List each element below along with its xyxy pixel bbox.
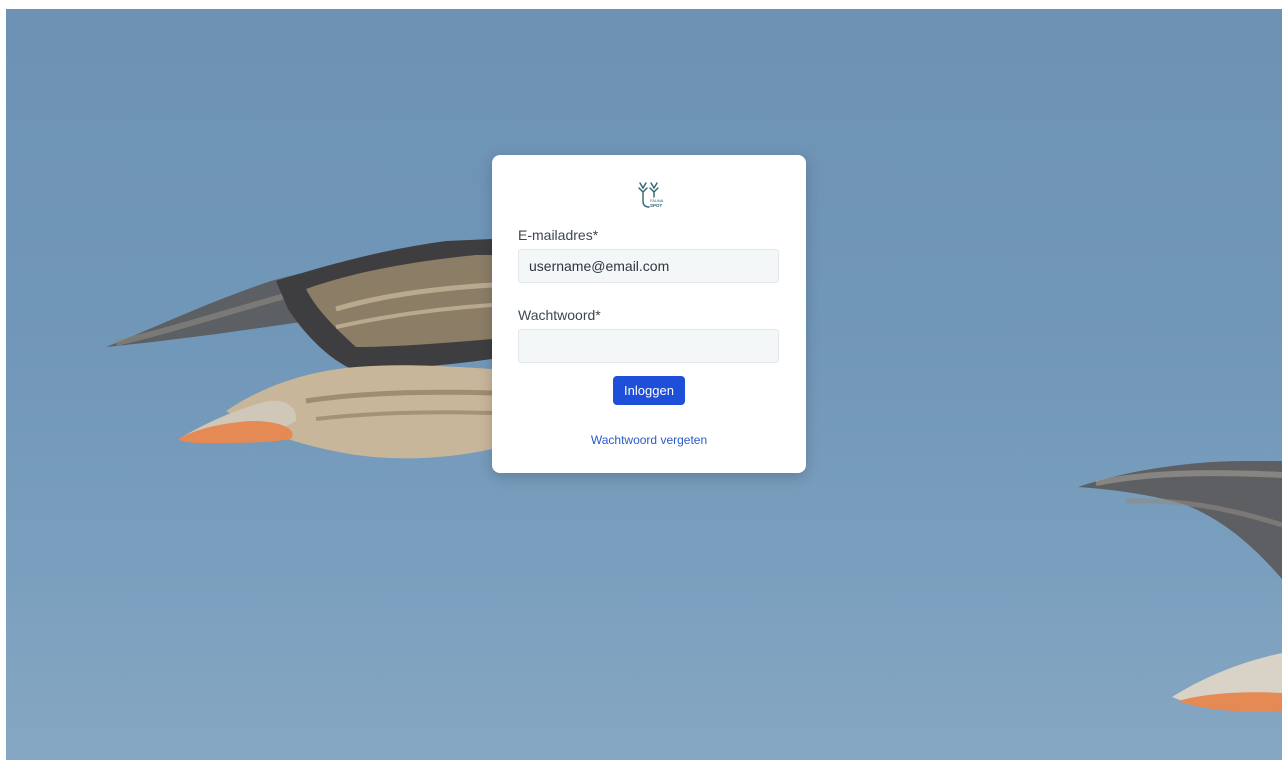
email-input[interactable] (518, 249, 779, 283)
forgot-password-link[interactable]: Wachtwoord vergeten (492, 433, 806, 447)
email-label: E-mailadres* (518, 227, 599, 243)
faunaspot-logo-icon: FAUNA SPOT (638, 182, 664, 208)
login-button[interactable]: Inloggen (613, 376, 685, 405)
password-label: Wachtwoord* (518, 307, 601, 323)
password-input[interactable] (518, 329, 779, 363)
goose-left-bill (178, 421, 293, 443)
svg-text:SPOT: SPOT (650, 203, 663, 208)
login-page: FAUNA SPOT E-mailadres* Wachtwoord* Inlo… (6, 9, 1282, 760)
login-card: FAUNA SPOT E-mailadres* Wachtwoord* Inlo… (492, 155, 806, 473)
